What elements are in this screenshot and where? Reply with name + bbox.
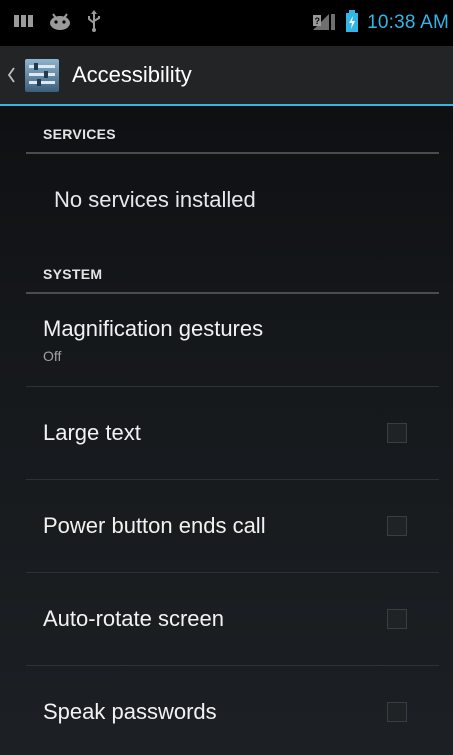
pref-title: Speak passwords (43, 699, 217, 724)
page-title: Accessibility (72, 62, 192, 87)
large-text-checkbox[interactable] (387, 423, 407, 443)
status-notification-icons (0, 9, 102, 37)
screen: ? 10:38 AM Accessibility SERVICES No ser… (0, 0, 453, 755)
pref-auto-rotate-screen[interactable]: Auto-rotate screen (0, 573, 453, 665)
pref-title: Power button ends call (43, 513, 266, 538)
pref-title: Large text (43, 420, 141, 445)
chevron-left-icon[interactable] (4, 55, 18, 95)
usb-icon (86, 9, 102, 37)
settings-list: SERVICES No services installed SYSTEM Ma… (0, 106, 453, 755)
bars-icon (14, 13, 34, 34)
pref-summary: Off (43, 348, 62, 364)
section-header-label: SYSTEM (43, 266, 103, 282)
section-header-system: SYSTEM (26, 246, 439, 294)
clock: 10:38 AM (367, 12, 449, 33)
pref-title: Magnification gestures (43, 316, 264, 341)
section-header-services: SERVICES (26, 106, 439, 154)
no-services-text: No services installed (54, 187, 256, 212)
pref-speak-passwords[interactable]: Speak passwords (0, 666, 453, 755)
no-sim-icon: ? (311, 11, 337, 36)
pref-title: Auto-rotate screen (43, 606, 224, 631)
android-icon (48, 12, 72, 35)
section-header-label: SERVICES (43, 126, 116, 142)
pref-large-text[interactable]: Large text (0, 387, 453, 479)
auto-rotate-screen-checkbox[interactable] (387, 609, 407, 629)
pref-power-button-ends-call[interactable]: Power button ends call (0, 480, 453, 572)
speak-passwords-checkbox[interactable] (387, 702, 407, 722)
pref-magnification-gestures[interactable]: Magnification gestures Off (0, 294, 453, 386)
status-system-icons: ? 10:38 AM (311, 9, 453, 37)
status-bar: ? 10:38 AM (0, 0, 453, 46)
svg-text:?: ? (315, 16, 321, 26)
action-bar: Accessibility (0, 46, 453, 104)
power-button-ends-call-checkbox[interactable] (387, 516, 407, 536)
settings-app-icon[interactable] (22, 55, 62, 95)
battery-icon (345, 9, 359, 37)
